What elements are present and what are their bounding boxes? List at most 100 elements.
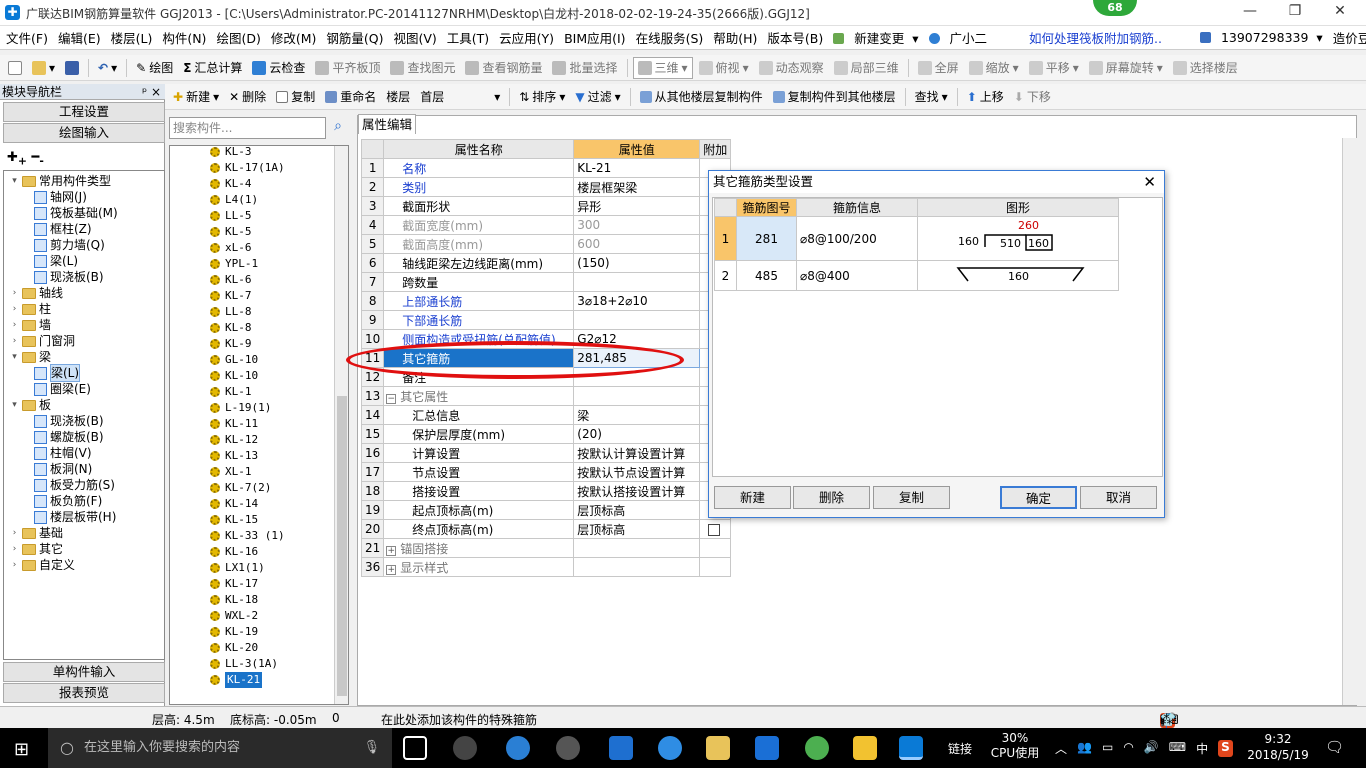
- table-row[interactable]: 1 281 ⌀8@100/200 260 160 510 160: [714, 216, 1119, 261]
- list-item[interactable]: KL-1: [210, 384, 252, 400]
- list-item[interactable]: KL-18: [210, 592, 258, 608]
- copy-from-floor-button[interactable]: 从其他楼层复制构件: [636, 86, 767, 108]
- menu-assistant[interactable]: 广小二: [923, 28, 996, 47]
- menu-modify[interactable]: 修改(M): [265, 28, 321, 47]
- align-slab-top-button[interactable]: 平齐板顶: [311, 57, 384, 79]
- tree-item[interactable]: 柱帽(V): [34, 445, 92, 461]
- tree-folder[interactable]: ▾ 板: [10, 397, 51, 413]
- main-scrollbar[interactable]: [1342, 138, 1357, 705]
- table-row[interactable]: 21 + 锚固搭接: [360, 538, 732, 558]
- tree-item[interactable]: 梁(L): [34, 253, 78, 269]
- report-preview-button[interactable]: 报表预览: [3, 683, 165, 703]
- tree-item[interactable]: 板负筋(F): [34, 493, 102, 509]
- table-row[interactable]: 20 终点顶标高(m) 层顶标高: [360, 519, 732, 539]
- list-item[interactable]: KL-14: [210, 496, 258, 512]
- zoom-button[interactable]: 缩放 ▾: [965, 57, 1023, 79]
- list-item[interactable]: KL-7: [210, 288, 252, 304]
- table-row[interactable]: 18 搭接设置 按默认搭接设置计算: [360, 481, 732, 501]
- tree-expand-icon[interactable]: ›: [10, 317, 19, 333]
- list-item[interactable]: XL-1: [210, 464, 252, 480]
- stirrup-shape-485[interactable]: 160: [917, 260, 1119, 291]
- table-row[interactable]: 13− 其它属性: [360, 386, 732, 406]
- move-up-button[interactable]: ⬆ 上移: [963, 86, 1008, 108]
- tree-item[interactable]: 轴网(J): [34, 189, 87, 205]
- ie-icon-2[interactable]: [658, 736, 682, 760]
- cpu-usage-widget[interactable]: 30% CPU使用: [990, 731, 1040, 761]
- tree-item[interactable]: 圈梁(E): [34, 381, 91, 397]
- component-search-input[interactable]: 搜索构件...: [169, 117, 326, 139]
- tree-folder[interactable]: › 门窗洞: [10, 333, 75, 349]
- table-row[interactable]: 14 汇总信息梁: [360, 405, 732, 425]
- tree-item[interactable]: 剪力墙(Q): [34, 237, 105, 253]
- tree-folder[interactable]: › 柱: [10, 301, 51, 317]
- edge-browser-icon[interactable]: [609, 736, 633, 760]
- list-item[interactable]: LL-5: [210, 208, 252, 224]
- list-item[interactable]: KL-13: [210, 448, 258, 464]
- green-app-icon[interactable]: [805, 736, 829, 760]
- minimize-icon[interactable]: —: [1240, 3, 1260, 19]
- open-file-button[interactable]: ▾: [28, 57, 59, 79]
- table-row[interactable]: 5 截面高度(mm) 600: [360, 234, 732, 254]
- save-button[interactable]: [61, 57, 83, 79]
- list-item[interactable]: L4(1): [210, 192, 258, 208]
- rename-component-button[interactable]: 重命名: [321, 86, 380, 108]
- menu-new-change[interactable]: 新建变更 ▾: [827, 28, 922, 47]
- find-element-button[interactable]: 查找图元: [386, 57, 459, 79]
- tree-item[interactable]: 筏板基础(M): [34, 205, 118, 221]
- list-item[interactable]: LL-3(1A): [210, 656, 278, 672]
- list-item[interactable]: L-19(1): [210, 400, 271, 416]
- table-row[interactable]: 8 上部通长筋 3⌀18+2⌀10: [360, 291, 732, 311]
- list-item[interactable]: KL-33 (1): [210, 528, 285, 544]
- tree-item[interactable]: 螺旋板(B): [34, 429, 104, 445]
- tree-item[interactable]: 楼层板带(H): [34, 509, 116, 525]
- list-item[interactable]: xL-6: [210, 240, 252, 256]
- table-row[interactable]: 2 类别 楼层框架梁: [360, 177, 732, 197]
- ie-browser-icon[interactable]: [506, 736, 530, 760]
- dialog-close-icon[interactable]: ✕: [1143, 171, 1156, 193]
- tree-expand-icon[interactable]: ›: [10, 285, 19, 301]
- dialog-ok-button[interactable]: 确定: [1000, 486, 1077, 509]
- menu-view[interactable]: 视图(V): [387, 28, 440, 47]
- maximize-icon[interactable]: ❐: [1285, 3, 1305, 19]
- tree-item[interactable]: 板洞(N): [34, 461, 92, 477]
- menu-bim[interactable]: BIM应用(I): [558, 28, 630, 47]
- table-row[interactable]: 3 截面形状 异形: [360, 196, 732, 216]
- list-item[interactable]: KL-9: [210, 336, 252, 352]
- menu-file[interactable]: 文件(F): [0, 28, 52, 47]
- single-component-input-button[interactable]: 单构件输入: [3, 662, 165, 682]
- cloud-check-button[interactable]: 云检查: [248, 57, 309, 79]
- list-item[interactable]: YPL-1: [210, 256, 258, 272]
- notification-center-icon[interactable]: 🗨: [1325, 738, 1344, 756]
- list-item[interactable]: KL-8: [210, 320, 252, 336]
- menu-draw[interactable]: 绘图(D): [210, 28, 264, 47]
- task-view-icon[interactable]: [403, 736, 427, 760]
- list-item[interactable]: KL-16: [210, 544, 258, 560]
- menu-component[interactable]: 构件(N): [156, 28, 210, 47]
- expand-collapse-icons[interactable]: ✚+ ━-: [7, 150, 44, 168]
- table-row[interactable]: 15 保护层厚度(mm) (20): [360, 424, 732, 444]
- tree-folder[interactable]: ▾ 梁: [10, 349, 51, 365]
- batch-select-button[interactable]: 批量选择: [548, 57, 621, 79]
- list-item[interactable]: KL-11: [210, 416, 258, 432]
- list-item[interactable]: KL-3: [210, 146, 252, 160]
- menu-version[interactable]: 版本号(B): [761, 28, 827, 47]
- delete-component-button[interactable]: ✕ 删除: [225, 86, 270, 108]
- rotate-screen-button[interactable]: 屏幕旋转 ▾: [1085, 57, 1167, 79]
- fullscreen-button[interactable]: 全屏: [914, 57, 963, 79]
- list-item[interactable]: KL-10: [210, 368, 258, 384]
- file-explorer-icon[interactable]: [706, 736, 730, 760]
- draw-button[interactable]: ✎ 绘图: [132, 57, 177, 79]
- tray-link-label[interactable]: 链接: [948, 740, 972, 757]
- table-row[interactable]: 16 计算设置 按默认计算设置计算: [360, 443, 732, 463]
- undo-button[interactable]: ↶ ▾: [94, 57, 121, 79]
- list-scroll-thumb[interactable]: [337, 396, 347, 696]
- list-item[interactable]: KL-12: [210, 432, 258, 448]
- notes-app-icon[interactable]: [853, 736, 877, 760]
- windows-start-icon[interactable]: ⊞: [14, 739, 29, 760]
- cost-beans[interactable]: 造价豆:0: [1327, 28, 1366, 47]
- project-settings-button[interactable]: 工程设置: [3, 102, 165, 122]
- user-account[interactable]: 13907298339 ▾: [1194, 30, 1327, 45]
- tree-folder[interactable]: › 轴线: [10, 285, 63, 301]
- table-row[interactable]: 9 下部通长筋: [360, 310, 732, 330]
- list-item[interactable]: LX1(1): [210, 560, 265, 576]
